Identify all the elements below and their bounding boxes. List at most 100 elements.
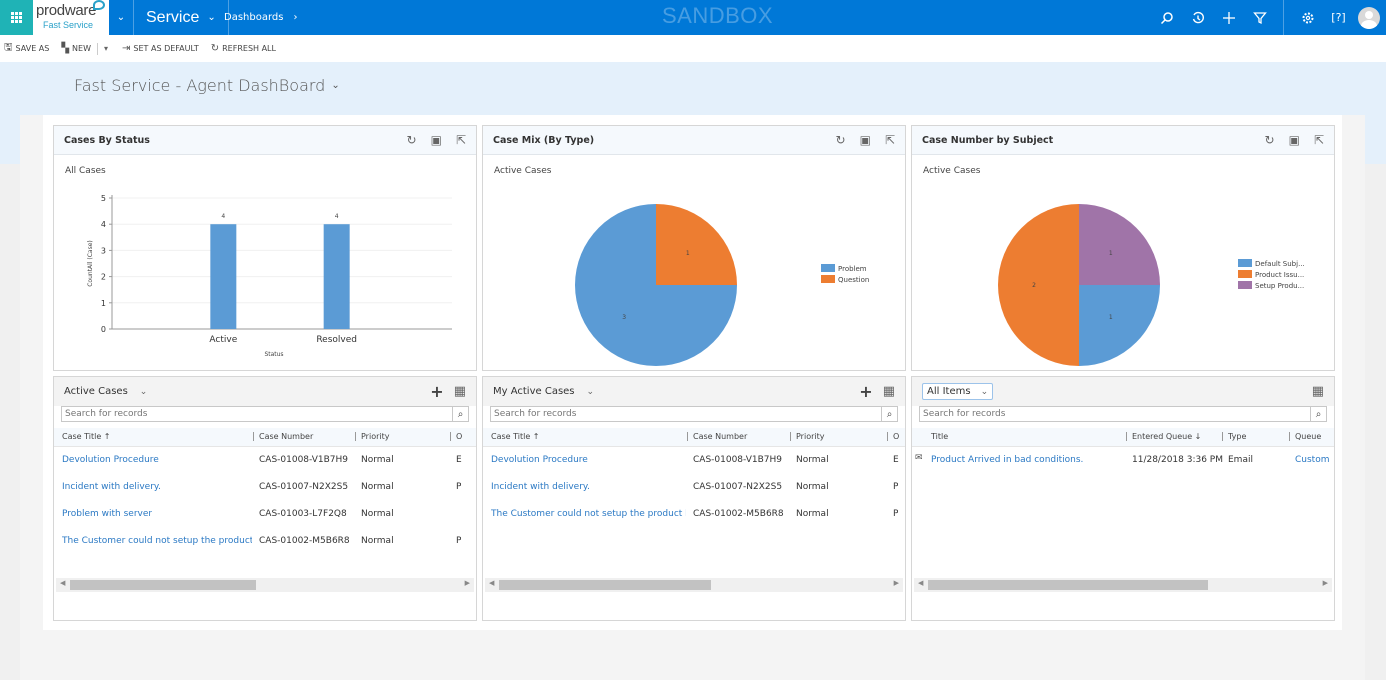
scrollbar-thumb[interactable] [928, 580, 1208, 590]
breadcrumb-dashboards[interactable]: Dashboards [224, 12, 283, 23]
add-record-icon[interactable]: + [430, 382, 443, 401]
pie-slice[interactable] [998, 204, 1079, 366]
record-link[interactable]: The Customer could not setup the product… [62, 536, 252, 546]
app-launcher-button[interactable] [0, 0, 33, 35]
search-icon [1160, 11, 1173, 24]
record-link[interactable]: Problem with server [62, 509, 152, 519]
search-icon[interactable]: ⌕ [881, 407, 897, 421]
y-tick-label: 0 [101, 325, 106, 334]
column-header[interactable]: Case Number [253, 432, 313, 441]
grid-header: Title Entered Queue ↓ Type Queue [912, 428, 1334, 447]
scroll-right-icon[interactable]: ▶ [465, 579, 470, 587]
grid-view-icon[interactable]: ▦ [883, 384, 895, 399]
record-link[interactable]: Incident with delivery. [62, 482, 161, 492]
record-link[interactable]: Product Arrived in bad conditions. [931, 455, 1083, 465]
new-dropdown-button[interactable]: ▾ [104, 44, 108, 53]
x-tick-label: Resolved [316, 335, 357, 345]
search-icon[interactable]: ⌕ [1310, 407, 1326, 421]
table-row[interactable]: Problem with server CAS-01003-L7F2Q8 Norma… [54, 501, 476, 528]
scroll-right-icon[interactable]: ▶ [1323, 579, 1328, 587]
scroll-right-icon[interactable]: ▶ [894, 579, 899, 587]
legend-label[interactable]: Setup Produ... [1255, 282, 1304, 290]
search-icon[interactable]: ⌕ [452, 407, 468, 421]
legend-label[interactable]: Default Subj... [1255, 260, 1305, 268]
record-link[interactable]: The Customer could not setup the product… [491, 509, 686, 519]
pie-slice[interactable] [1079, 285, 1160, 366]
recent-icon [1192, 11, 1204, 23]
save-as-button[interactable]: 🖫 SAVE AS [4, 40, 49, 57]
column-header[interactable]: Case Number [687, 432, 747, 441]
x-tick-label: Active [209, 335, 237, 345]
table-row[interactable]: Incident with delivery. CAS-01007-N2X2S5 N… [54, 474, 476, 501]
chevron-right-icon: › [293, 12, 298, 23]
view-selector[interactable]: Active Cases ⌄ [64, 386, 430, 397]
view-selector[interactable]: All Items ⌄ [922, 383, 994, 400]
horizontal-scrollbar[interactable]: ◀ ▶ [56, 578, 474, 592]
settings-button[interactable] [1292, 0, 1323, 35]
scroll-left-icon[interactable]: ◀ [918, 579, 923, 587]
recent-button[interactable] [1182, 0, 1213, 35]
y-tick-label: 1 [101, 299, 106, 308]
list-panel-queue-items: All Items ⌄ ▦ ⌕ Title Entered Queue ↓ Type… [911, 376, 1335, 621]
grid-view-icon[interactable]: ▦ [1312, 384, 1324, 399]
table-row[interactable]: ✉ Product Arrived in bad conditions. 11/28… [912, 447, 1334, 474]
scrollbar-thumb[interactable] [70, 580, 256, 590]
record-link[interactable]: Custom [1295, 455, 1329, 465]
search-input[interactable] [491, 407, 881, 421]
column-header[interactable]: Case Title ↑ [491, 432, 540, 441]
column-header[interactable]: Title [931, 432, 948, 441]
table-row[interactable]: The Customer could not setup the product… [483, 501, 905, 528]
horizontal-scrollbar[interactable]: ◀ ▶ [914, 578, 1332, 592]
cell-value: CAS-01008-V1B7H9 [259, 455, 349, 465]
column-header[interactable]: Queue [1289, 432, 1321, 441]
table-row[interactable]: Devolution Procedure CAS-01008-V1B7H9 Norm… [54, 447, 476, 474]
column-header[interactable]: Case Title ↑ [62, 432, 111, 441]
horizontal-scrollbar[interactable]: ◀ ▶ [485, 578, 903, 592]
new-button[interactable]: ▚ NEW [61, 43, 91, 54]
record-link[interactable]: Devolution Procedure [62, 455, 159, 465]
set-as-default-button[interactable]: ⇥ SET AS DEFAULT [122, 43, 199, 54]
slice-value-label: 3 [622, 314, 626, 321]
scrollbar-thumb[interactable] [499, 580, 711, 590]
help-button[interactable]: [?] [1323, 0, 1354, 35]
view-selector[interactable]: My Active Cases ⌄ [493, 386, 859, 397]
column-header[interactable]: O [450, 432, 462, 441]
brand-menu-button[interactable]: ⌄ [109, 0, 134, 35]
cell-value: E [893, 455, 899, 465]
advanced-find-button[interactable] [1244, 0, 1275, 35]
table-row[interactable]: Incident with delivery. CAS-01007-N2X2S5 N… [483, 474, 905, 501]
search-button[interactable] [1151, 0, 1182, 35]
help-icon: [?] [1331, 11, 1346, 24]
scroll-left-icon[interactable]: ◀ [489, 579, 494, 587]
dashboard-selector[interactable]: Fast Service - Agent DashBoard ⌄ [74, 76, 340, 95]
list-panel-active-cases: Active Cases ⌄ + ▦ ⌕ Case Title ↑ Case Nu… [53, 376, 477, 621]
column-header[interactable]: Priority [355, 432, 389, 441]
view-name: My Active Cases [493, 386, 575, 397]
breadcrumb[interactable]: Dashboards › [224, 0, 297, 35]
data-label: 4 [335, 213, 339, 220]
module-selector[interactable]: Service ⌄ [134, 0, 229, 35]
user-avatar[interactable] [1358, 6, 1380, 29]
legend-label[interactable]: Problem [838, 265, 867, 273]
search-input[interactable] [920, 407, 1310, 421]
grid-view-icon[interactable]: ▦ [454, 384, 466, 399]
column-header[interactable]: Entered Queue ↓ [1126, 432, 1201, 441]
search-input[interactable] [62, 407, 452, 421]
column-header[interactable]: O [887, 432, 899, 441]
add-record-icon[interactable]: + [859, 382, 872, 401]
column-header[interactable]: Priority [790, 432, 824, 441]
scroll-left-icon[interactable]: ◀ [60, 579, 65, 587]
pie-slice[interactable] [1079, 204, 1160, 285]
brand-logo[interactable]: prodware Fast Service [33, 0, 109, 35]
record-link[interactable]: Incident with delivery. [491, 482, 590, 492]
legend-label[interactable]: Product Issu... [1255, 271, 1304, 279]
refresh-all-button[interactable]: ↻ REFRESH ALL [211, 43, 276, 54]
table-row[interactable]: Devolution Procedure CAS-01008-V1B7H9 Norm… [483, 447, 905, 474]
pie-slice[interactable] [656, 204, 737, 285]
create-new-button[interactable] [1213, 0, 1244, 35]
column-header[interactable]: Type [1222, 432, 1246, 441]
record-link[interactable]: Devolution Procedure [491, 455, 588, 465]
table-row[interactable]: The Customer could not setup the product… [54, 528, 476, 555]
legend-label[interactable]: Question [838, 276, 869, 284]
grid-rows: Devolution Procedure CAS-01008-V1B7H9 Norm… [483, 447, 905, 528]
